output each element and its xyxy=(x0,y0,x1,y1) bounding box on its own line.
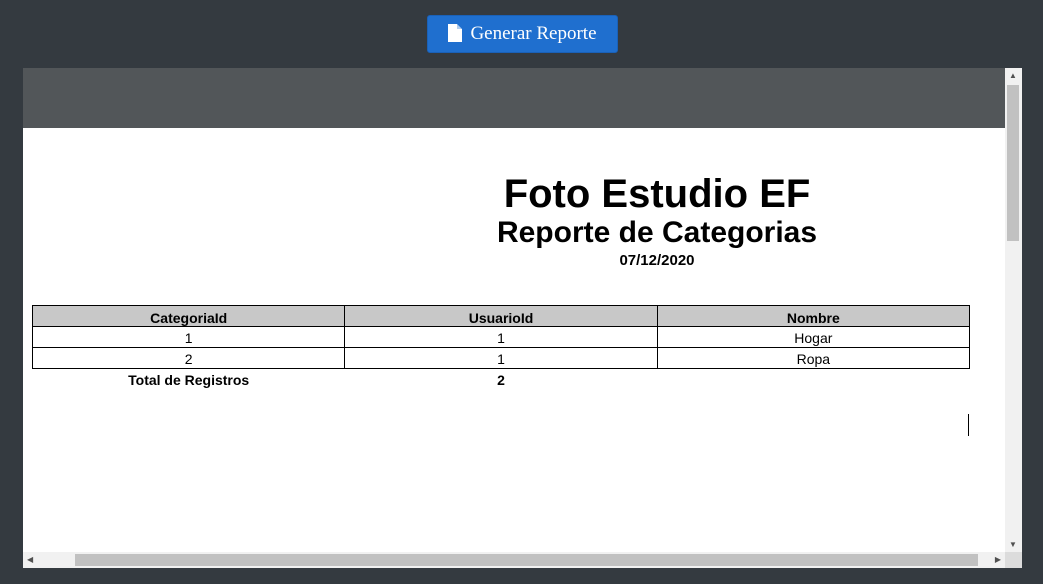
report-page: Foto Estudio EF Reporte de Categorias 07… xyxy=(23,128,1005,552)
table-cell: 1 xyxy=(31,326,346,348)
scroll-left-icon[interactable]: ◀ xyxy=(27,555,33,564)
scroll-down-icon[interactable]: ▼ xyxy=(1009,540,1017,549)
file-icon xyxy=(448,23,463,42)
report-viewer[interactable]: Foto Estudio EF Reporte de Categorias 07… xyxy=(23,68,1022,568)
table-row: 2 1 Ropa xyxy=(31,347,971,369)
text-cursor xyxy=(968,414,969,436)
vertical-scroll-thumb[interactable] xyxy=(1007,85,1019,241)
total-label: Total de Registros xyxy=(128,372,250,388)
total-value: 2 xyxy=(497,372,505,388)
report-title: Foto Estudio EF xyxy=(503,172,811,216)
table-cell: Ropa xyxy=(656,347,971,369)
horizontal-scroll-thumb[interactable] xyxy=(75,554,978,566)
column-header-categoriaid: CategoriaId xyxy=(31,305,346,327)
horizontal-scrollbar[interactable]: ◀ ▶ xyxy=(23,552,1005,568)
column-header-usuarioid: UsuarioId xyxy=(344,305,658,327)
table-header-row: CategoriaId UsuarioId Nombre xyxy=(31,305,971,327)
scroll-right-icon[interactable]: ▶ xyxy=(995,555,1001,564)
table-cell: 1 xyxy=(344,326,658,348)
table-row: 1 1 Hogar xyxy=(31,326,971,348)
report-table: CategoriaId UsuarioId Nombre 1 1 Hogar 2… xyxy=(31,305,971,390)
table-cell: 1 xyxy=(344,347,658,369)
report-date: 07/12/2020 xyxy=(619,252,695,269)
vertical-scrollbar[interactable]: ▲ ▼ xyxy=(1005,68,1022,552)
total-empty xyxy=(657,369,969,390)
total-row: Total de Registros 2 xyxy=(33,369,970,390)
viewer-toolbar xyxy=(23,68,1005,128)
column-header-nombre: Nombre xyxy=(656,305,971,327)
table-cell: 2 xyxy=(31,347,346,369)
table-cell: Hogar xyxy=(656,326,971,348)
report-subtitle: Reporte de Categorias xyxy=(496,216,818,249)
generate-report-label: Generar Reporte xyxy=(470,23,597,44)
scroll-up-icon[interactable]: ▲ xyxy=(1009,71,1017,80)
scrollbar-corner xyxy=(1005,552,1022,568)
generate-report-button[interactable]: Generar Reporte xyxy=(427,15,618,53)
